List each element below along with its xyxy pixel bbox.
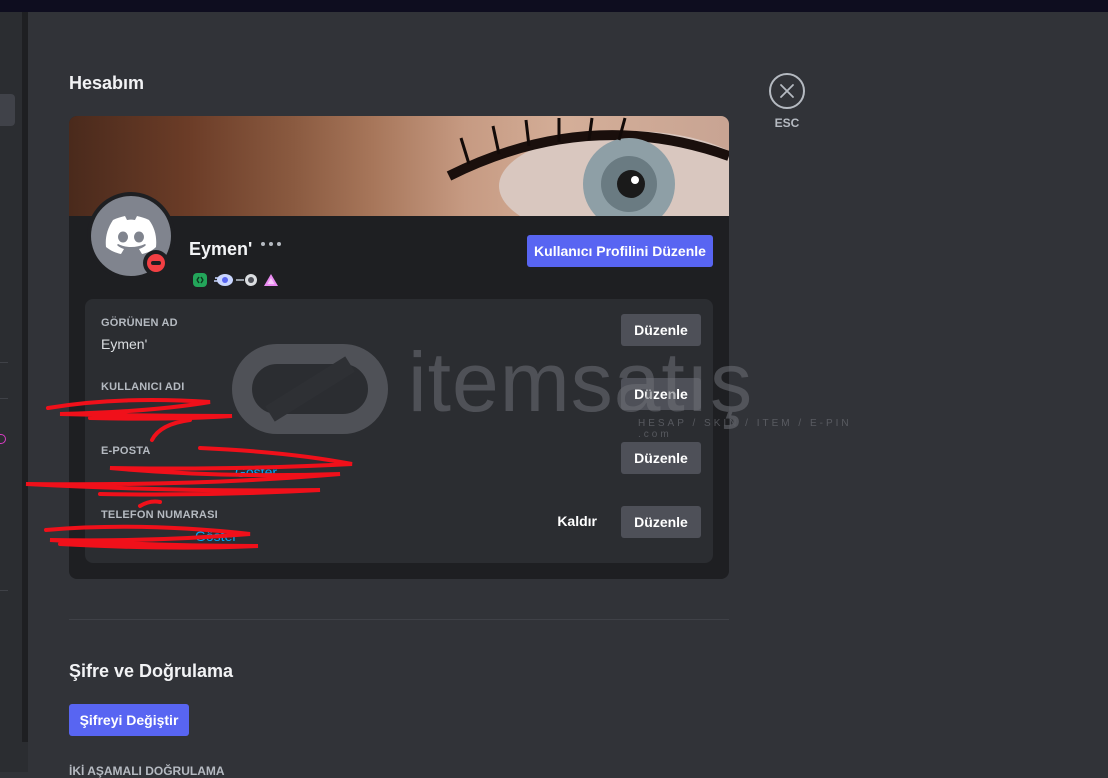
change-password-button[interactable]: Şifreyi Değiştir <box>69 704 189 736</box>
two-factor-heading: İKİ AŞAMALI DOĞRULAMA <box>69 764 225 778</box>
password-section-title: Şifre ve Doğrulama <box>69 661 234 681</box>
section-divider <box>69 619 729 620</box>
redaction-scribble <box>25 398 353 550</box>
